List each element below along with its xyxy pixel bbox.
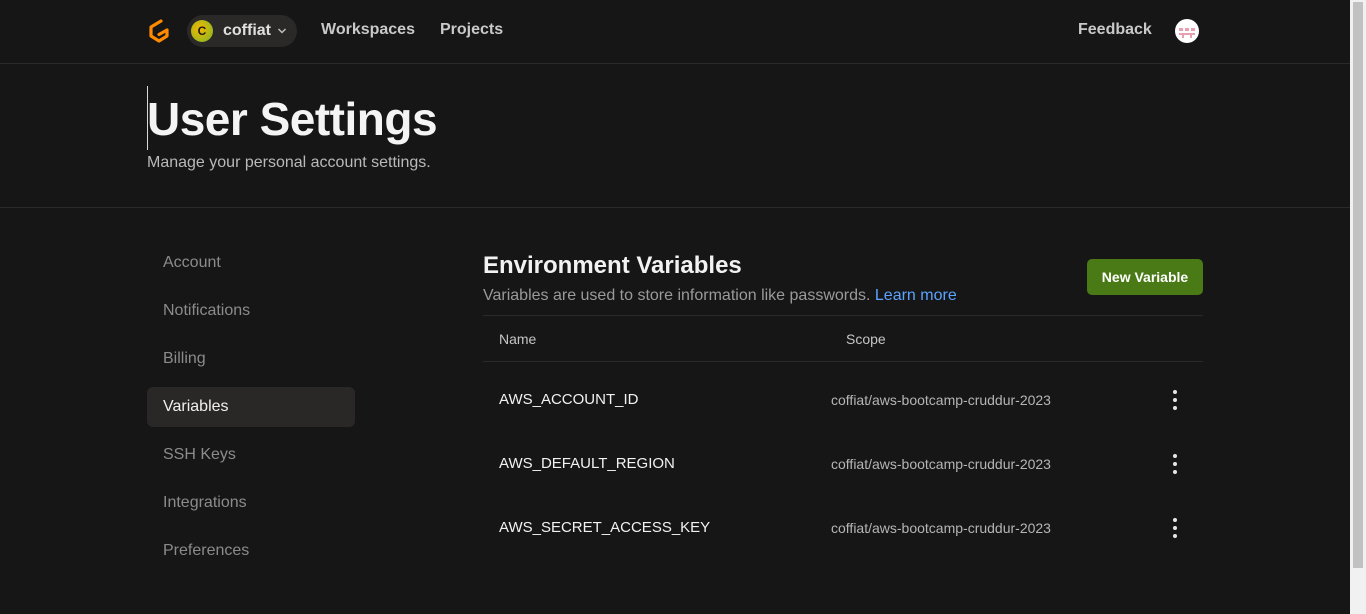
page-subtitle: Manage your personal account settings.	[147, 154, 431, 171]
page-header: User Settings Manage your personal accou…	[0, 64, 1350, 208]
sidebar-item-label: Account	[163, 254, 221, 271]
sidebar-item-account[interactable]: Account	[147, 243, 355, 283]
more-vertical-icon[interactable]	[1167, 518, 1183, 538]
sidebar-item-label: Billing	[163, 350, 206, 367]
description-text: Variables are used to store information …	[483, 287, 871, 304]
org-avatar: C	[191, 20, 213, 42]
sidebar-item-label: Preferences	[163, 542, 250, 559]
more-vertical-icon[interactable]	[1167, 390, 1183, 410]
org-name: coffiat	[223, 22, 271, 39]
nav-projects[interactable]: Projects	[440, 21, 503, 39]
variable-name: AWS_DEFAULT_REGION	[499, 455, 675, 472]
sidebar-item-label: Integrations	[163, 494, 247, 511]
nav-workspaces[interactable]: Workspaces	[321, 21, 415, 39]
sidebar-item-label: Notifications	[163, 302, 251, 319]
feedback-link[interactable]: Feedback	[1078, 21, 1152, 39]
table-row: AWS_DEFAULT_REGION coffiat/aws-bootcamp-…	[483, 426, 1203, 490]
sidebar-item-integrations[interactable]: Integrations	[147, 483, 355, 523]
org-switcher[interactable]: C coffiat	[187, 15, 297, 47]
sidebar-item-label: SSH Keys	[163, 446, 236, 463]
sidebar-item-label: Variables	[163, 398, 229, 415]
variable-scope: coffiat/aws-bootcamp-cruddur-2023	[831, 392, 1051, 408]
scrollbar-thumb[interactable]	[1353, 2, 1363, 568]
variable-scope: coffiat/aws-bootcamp-cruddur-2023	[831, 520, 1051, 536]
variable-name: AWS_SECRET_ACCESS_KEY	[499, 519, 711, 536]
section-description: Variables are used to store information …	[483, 287, 957, 305]
variables-table: Name Scope AWS_ACCOUNT_ID coffiat/aws-bo…	[483, 315, 1203, 554]
column-header-name: Name	[499, 331, 537, 347]
variable-name: AWS_ACCOUNT_ID	[499, 391, 639, 408]
variable-scope: coffiat/aws-bootcamp-cruddur-2023	[831, 456, 1051, 472]
more-vertical-icon[interactable]	[1167, 454, 1183, 474]
sidebar-item-billing[interactable]: Billing	[147, 339, 355, 379]
sidebar-item-ssh-keys[interactable]: SSH Keys	[147, 435, 355, 475]
table-header: Name Scope	[483, 315, 1203, 362]
gitpod-logo-icon[interactable]	[146, 18, 172, 44]
section-title: Environment Variables	[483, 252, 742, 279]
column-header-scope: Scope	[846, 331, 886, 347]
table-row: AWS_ACCOUNT_ID coffiat/aws-bootcamp-crud…	[483, 362, 1203, 426]
learn-more-link[interactable]: Learn more	[875, 287, 957, 304]
new-variable-button[interactable]: New Variable	[1087, 259, 1203, 295]
chevron-down-icon	[277, 28, 287, 34]
top-nav: C coffiat Workspaces Projects Feedback	[0, 0, 1350, 64]
table-row: AWS_SECRET_ACCESS_KEY coffiat/aws-bootca…	[483, 490, 1203, 554]
page-title: User Settings	[147, 93, 438, 145]
sidebar-item-preferences[interactable]: Preferences	[147, 531, 355, 571]
user-avatar-icon[interactable]	[1175, 19, 1199, 43]
sidebar-item-variables[interactable]: Variables	[147, 387, 355, 427]
sidebar-item-notifications[interactable]: Notifications	[147, 291, 355, 331]
